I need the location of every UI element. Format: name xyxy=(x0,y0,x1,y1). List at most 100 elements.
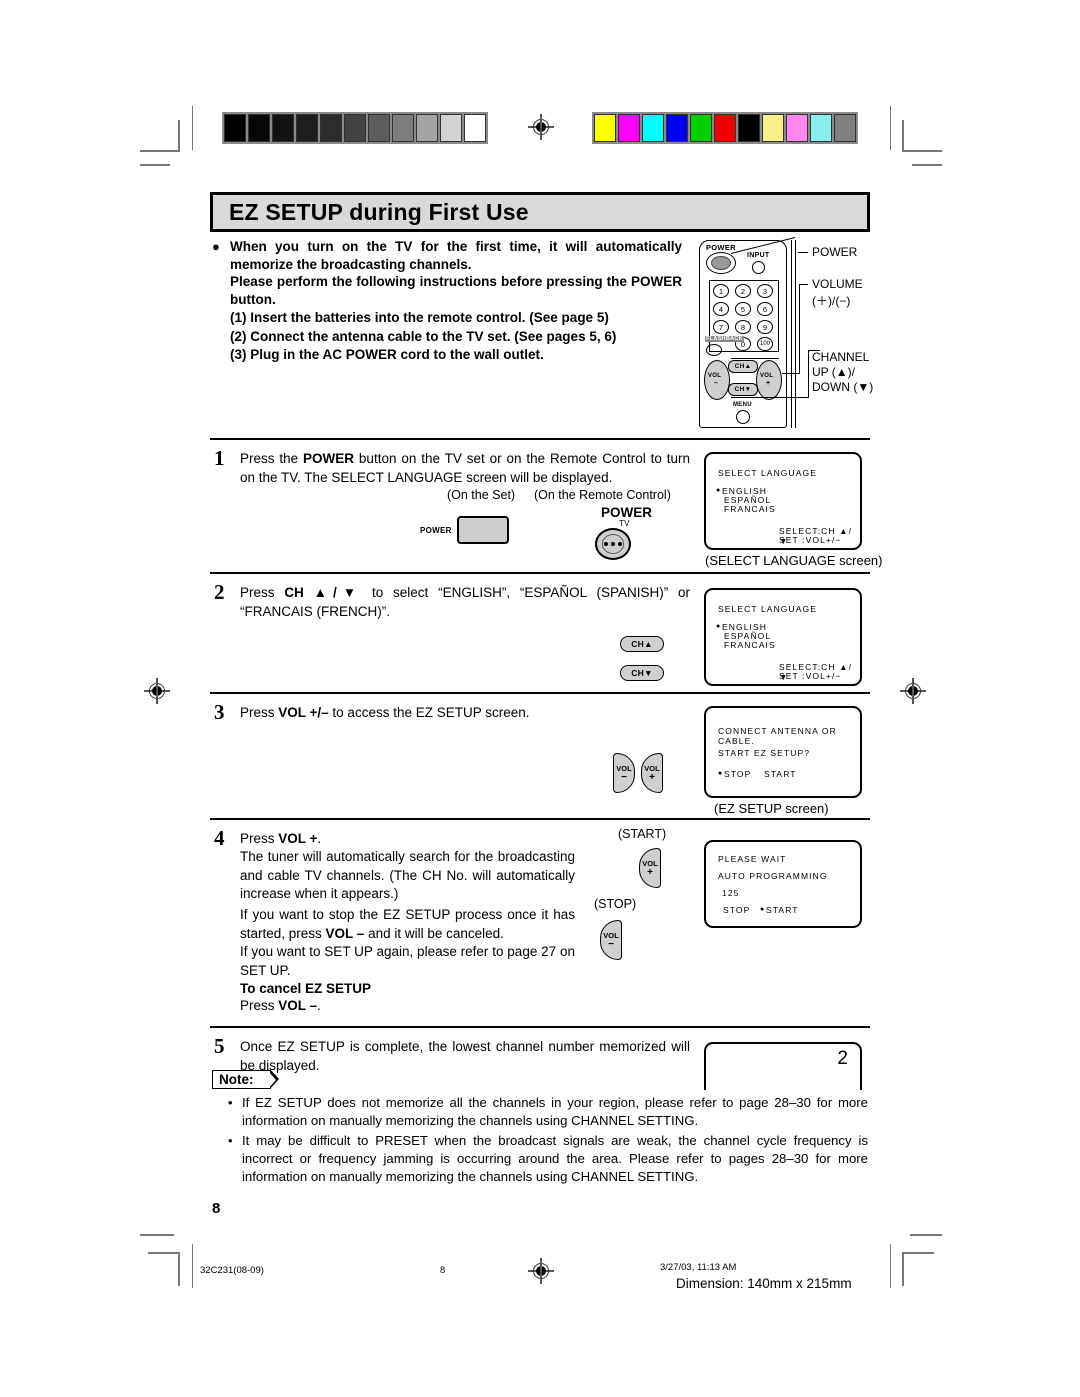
divider-2 xyxy=(210,572,870,574)
vol-minus-sign: − xyxy=(608,939,614,950)
step-4-start-label: (START) xyxy=(618,827,667,841)
osd-connect-antenna: CONNECT ANTENNA OR CABLE. xyxy=(718,726,837,746)
step-4-line-2: The tuner will automatically search for … xyxy=(240,849,575,901)
intro-line-1: When you turn on the TV for the first ti… xyxy=(230,239,682,272)
step-1-number: 1 xyxy=(214,446,225,470)
remote-key-6[interactable]: 6 xyxy=(757,302,773,316)
gray-swatch-5 xyxy=(344,114,366,142)
gray-swatch-8 xyxy=(416,114,438,142)
step-2-ch-down-button[interactable]: CH▼ xyxy=(620,665,664,681)
color-swatch-6 xyxy=(738,114,760,142)
remote-key-100[interactable]: 100 xyxy=(757,337,773,351)
set-power-button[interactable] xyxy=(457,516,509,544)
remote-flashback-label: FLASHBACK xyxy=(705,336,744,342)
footer-job-code: 32C231(08-09) xyxy=(200,1265,264,1276)
caption-on-the-remote: (On the Remote Control) xyxy=(534,488,671,502)
remote-key-4[interactable]: 4 xyxy=(713,302,729,316)
osd-option-stop[interactable]: STOP xyxy=(723,905,750,915)
remote-vol-plus-label: VOL xyxy=(760,373,774,379)
leader-line-ch-top xyxy=(731,358,779,359)
remote-key-3[interactable]: 3 xyxy=(757,284,773,298)
callout-volume-signs: (＋)/(−) xyxy=(812,294,851,308)
remote-key-8[interactable]: 8 xyxy=(735,320,751,334)
registration-target-top xyxy=(528,114,554,140)
step-4-heading: To cancel EZ SETUP xyxy=(240,981,372,996)
step-2-number: 2 xyxy=(214,580,225,604)
set-power-label: POWER xyxy=(420,526,452,535)
channel-display-screen: 2 xyxy=(704,1042,862,1090)
select-language-screen-1: SELECT LANGUAGE ● ENGLISH ESPAÑOL FRANCA… xyxy=(704,452,862,550)
step-3-vol-minus-button[interactable]: VOL − xyxy=(613,753,635,793)
osd-option-stop[interactable]: STOP xyxy=(724,769,751,779)
gray-swatch-2 xyxy=(272,114,294,142)
step-3-number: 3 xyxy=(214,700,225,724)
remote-vol-minus-label: VOL xyxy=(708,373,722,379)
step-4-stop-label: (STOP) xyxy=(594,897,637,911)
remote-key-9[interactable]: 9 xyxy=(757,320,773,334)
step-4-line-3: If you want to stop the EZ SETUP process… xyxy=(240,907,575,941)
remote-power-round-button[interactable] xyxy=(595,528,631,560)
crop-mark-top-left xyxy=(140,120,180,166)
ez-setup-screen-caption: (EZ SETUP screen) xyxy=(714,801,829,816)
gray-swatch-0 xyxy=(224,114,246,142)
note-bullet: • xyxy=(228,1133,233,1148)
remote-ch-up-button[interactable]: CH▲ xyxy=(728,360,758,373)
select-language-screen-caption: (SELECT LANGUAGE screen) xyxy=(705,553,883,568)
vol-minus-sign: − xyxy=(621,772,627,783)
color-swatch-9 xyxy=(810,114,832,142)
callout-channel: CHANNEL xyxy=(812,350,870,364)
callout-power: POWER xyxy=(812,245,858,259)
divider-3 xyxy=(210,692,870,694)
intro-block: ● When you turn on the TV for the first … xyxy=(212,238,682,364)
trim-line-bottom-right xyxy=(890,1244,891,1288)
osd-option-francais[interactable]: FRANCAIS xyxy=(724,504,776,514)
osd-marker: ● xyxy=(718,770,724,777)
osd-option-start[interactable]: START xyxy=(766,905,799,915)
remote-ch-down-button[interactable]: CH▼ xyxy=(728,383,758,396)
step-5-number: 5 xyxy=(214,1034,225,1058)
step-2-ch-up-button[interactable]: CH▲ xyxy=(620,636,664,652)
remote-key-7[interactable]: 7 xyxy=(713,320,729,334)
gray-swatch-1 xyxy=(248,114,270,142)
remote-key-2[interactable]: 2 xyxy=(735,284,751,298)
osd-hint-set: SET :VOL+/− xyxy=(779,535,842,545)
step-4-line-5: Press VOL –. xyxy=(240,998,321,1013)
step-4-number: 4 xyxy=(214,826,225,850)
document-page: EZ SETUP during First Use ● When you tur… xyxy=(0,0,1080,1397)
gray-swatch-6 xyxy=(368,114,390,142)
leader-line-power-2 xyxy=(798,252,808,253)
osd-channel-number: 125 xyxy=(722,888,740,898)
step-2-text: Press CH ▲/▼ to select “ENGLISH”, “ESPAÑ… xyxy=(240,585,691,619)
remote-menu-button[interactable] xyxy=(736,410,750,424)
step-4-line-4: If you want to SET UP again, please refe… xyxy=(240,944,575,978)
step-4-vol-minus-button[interactable]: VOL − xyxy=(600,920,622,960)
leader-line-volume-v xyxy=(799,284,800,374)
osd-option-francais[interactable]: FRANCAIS xyxy=(724,640,776,650)
step-3-vol-plus-button[interactable]: VOL + xyxy=(641,753,663,793)
remote-key-5[interactable]: 5 xyxy=(735,302,751,316)
step-1-text: Press the POWER button on the TV set or … xyxy=(240,451,690,485)
osd-marker: ● xyxy=(716,623,722,630)
remote-key-1[interactable]: 1 xyxy=(713,284,729,298)
step-4-vol-plus-button[interactable]: VOL + xyxy=(639,848,661,888)
osd-please-wait: PLEASE WAIT xyxy=(718,854,787,864)
callout-volume: VOLUME xyxy=(812,277,863,291)
color-swatch-5 xyxy=(714,114,736,142)
trim-line-left xyxy=(192,106,193,150)
color-swatch-10 xyxy=(834,114,856,142)
leader-line-channel-v xyxy=(808,350,809,398)
remote-vol-plus-sign: + xyxy=(766,380,771,387)
bullet-glyph: ● xyxy=(212,239,220,254)
remote-input-button[interactable] xyxy=(752,261,765,274)
divider-5 xyxy=(210,1026,870,1028)
page-number: 8 xyxy=(212,1200,221,1217)
color-swatch-1 xyxy=(618,114,640,142)
select-language-screen-2: SELECT LANGUAGE ● ENGLISH ESPAÑOL FRANCA… xyxy=(704,588,862,686)
remote-flashback-button[interactable] xyxy=(706,344,722,356)
remote-vol-minus-sign: – xyxy=(714,380,719,387)
osd-title: SELECT LANGUAGE xyxy=(718,468,818,478)
remote-power-label: POWER xyxy=(706,243,736,252)
intro-item-2: (2) Connect the antenna cable to the TV … xyxy=(230,328,617,344)
registration-target-bottom xyxy=(528,1258,554,1284)
osd-option-start[interactable]: START xyxy=(764,769,797,779)
